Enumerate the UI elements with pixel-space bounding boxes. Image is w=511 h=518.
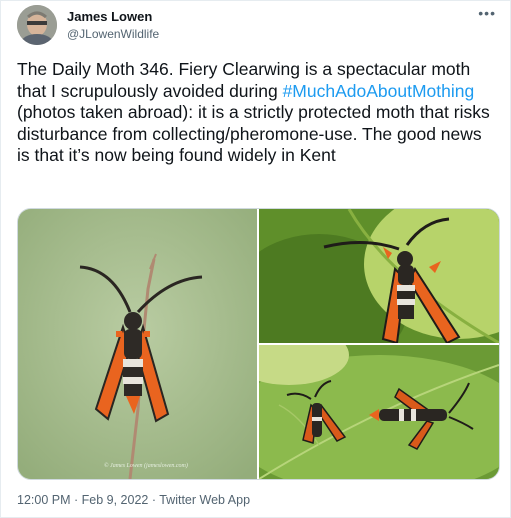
separator: · [70,493,82,507]
photo-two-moths-on-leaf[interactable] [259,345,499,479]
separator: · [148,493,160,507]
author-name[interactable]: James Lowen [67,9,152,24]
hashtag-link[interactable]: #MuchAdoAboutMothing [283,81,475,101]
photo-moth-on-leaf-top[interactable] [259,209,499,343]
more-horizontal-icon[interactable]: ••• [478,5,496,21]
photo-moth-on-stem[interactable]: © James Lowen (jameslowen.com) [18,209,257,479]
tweet-date[interactable]: Feb 9, 2022 [82,493,149,507]
tweet-metadata: 12:00 PM · Feb 9, 2022 · Twitter Web App [17,493,250,507]
photo-credit: © James Lowen (jameslowen.com) [104,463,188,469]
tweet-card: James Lowen @JLowenWildlife ••• The Dail… [0,0,511,518]
author-handle[interactable]: @JLowenWildlife [67,27,159,41]
media-grid: © James Lowen (jameslowen.com) [17,208,500,480]
tweet-text-part: (photos taken abroad): it is a strictly … [17,102,490,165]
avatar[interactable] [17,5,57,45]
tweet-text: The Daily Moth 346. Fiery Clearwing is a… [17,59,497,167]
tweet-source-app[interactable]: Twitter Web App [159,493,250,507]
tweet-time[interactable]: 12:00 PM [17,493,71,507]
